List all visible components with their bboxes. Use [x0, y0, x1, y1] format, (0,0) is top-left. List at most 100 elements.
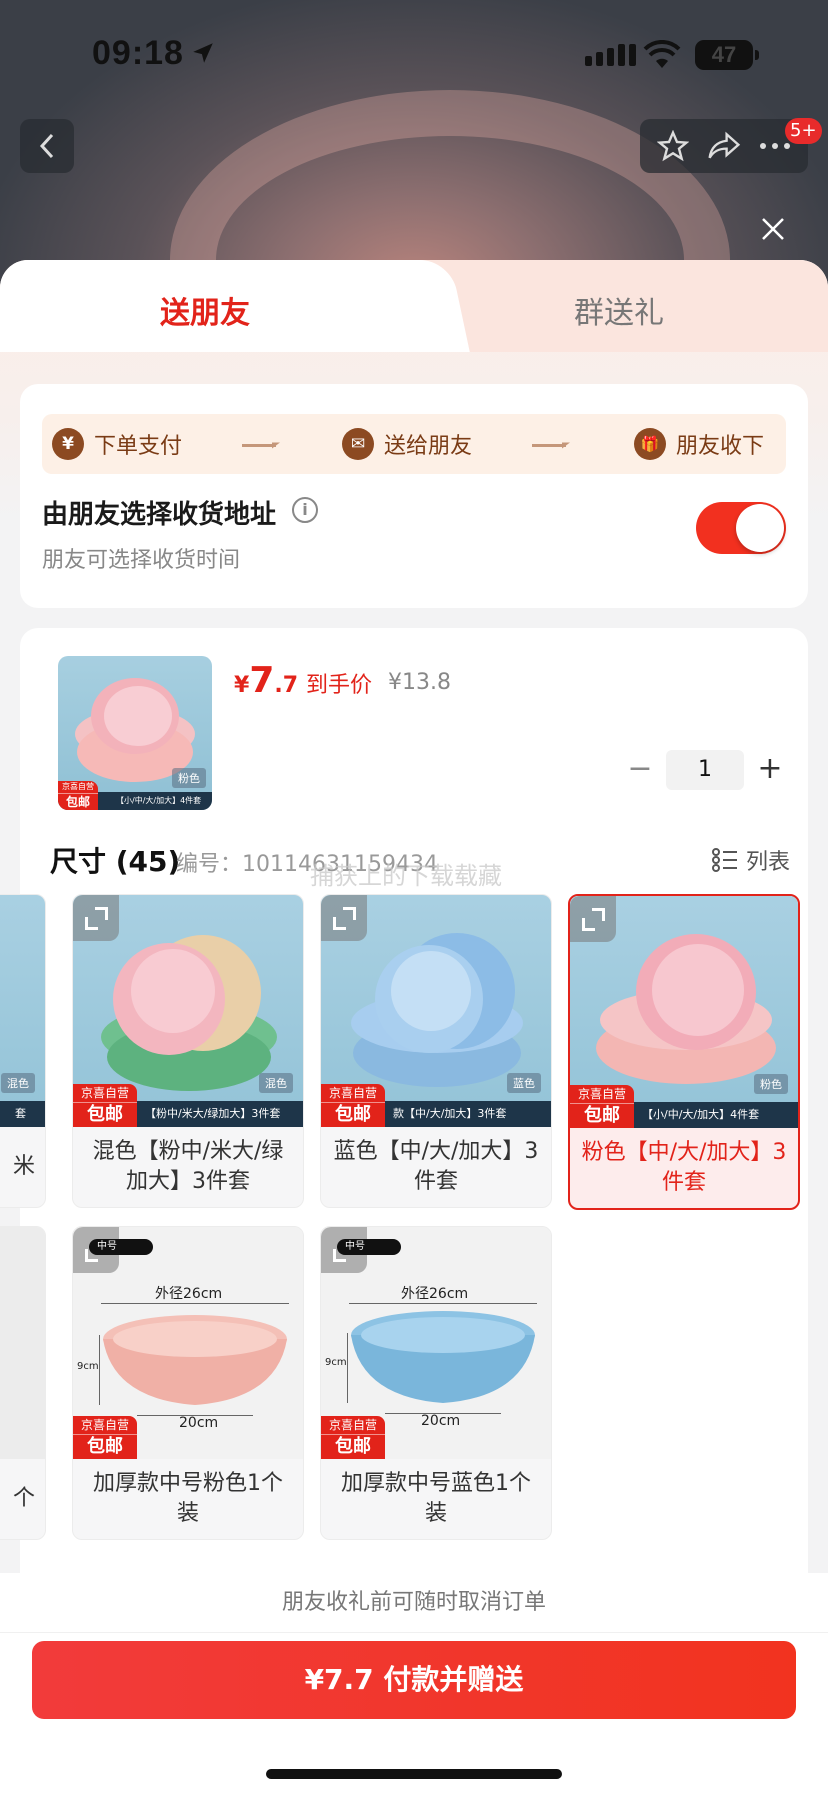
option-caption: 个: [12, 1486, 35, 1511]
chevron-left-icon: [39, 133, 54, 159]
spec-option[interactable]: 个: [0, 1226, 46, 1540]
jd-badge-line2: 包邮: [87, 1104, 123, 1125]
expand-icon[interactable]: [321, 895, 367, 941]
flow-step-send: ✉ 送给朋友: [342, 428, 472, 460]
share-icon[interactable]: [707, 131, 741, 161]
cellular-signal-icon: [585, 44, 636, 66]
arrow-right-icon: [532, 441, 570, 447]
jd-badge-line1: 京喜自营: [321, 1084, 385, 1103]
close-icon[interactable]: [758, 214, 788, 244]
color-chip: 粉色: [172, 768, 206, 788]
jd-badge: 京喜自营 包邮: [321, 1416, 385, 1459]
jd-badge-line2: 包邮: [87, 1436, 123, 1457]
color-chip: 粉色: [754, 1074, 788, 1094]
spec-option-selected[interactable]: 粉色 【小/中/大/加大】4件套 京喜自营 包邮 粉色【中/大/加大】3件套: [568, 894, 800, 1210]
option-image: 外径26cm 9cm 20cm 中号 京喜自营 包邮: [73, 1227, 303, 1459]
gift-sheet: 送朋友 群送礼 ¥ 下单支付 ✉ 送给朋友 🎁 朋友收下 由朋友选择收货地址 i…: [0, 260, 828, 1795]
jd-badge-line2: 包邮: [335, 1104, 371, 1125]
color-chip: 混色: [1, 1073, 35, 1093]
jd-badge-line2: 包邮: [584, 1105, 620, 1126]
wifi-icon: [643, 40, 681, 68]
star-icon[interactable]: [657, 130, 689, 162]
jd-badge-line2: 包邮: [335, 1436, 371, 1457]
price-integer: 7: [249, 660, 275, 701]
dimension-label: 外径26cm: [401, 1286, 469, 1302]
option-caption: 米: [12, 1154, 35, 1179]
jd-badge-line1: 京喜自营: [58, 781, 98, 794]
dimension-label: 9cm: [325, 1357, 347, 1368]
wechat-icon: ✉: [342, 428, 374, 460]
option-caption: 加厚款中号蓝色1个装: [341, 1471, 531, 1526]
tab-bar: 送朋友 群送礼: [0, 260, 828, 352]
price-symbol: ¥: [234, 673, 250, 698]
footer: 朋友收礼前可随时取消订单 ¥7.7 付款并赠送: [0, 1573, 828, 1795]
back-button[interactable]: [20, 119, 74, 173]
status-time: 09:18: [92, 34, 184, 72]
option-image: 蓝色 款【中/大/加大】3件套 京喜自营 包邮: [321, 895, 551, 1127]
info-icon[interactable]: i: [292, 497, 318, 523]
dimension-label: 外径26cm: [155, 1286, 223, 1302]
spec-option[interactable]: 外径26cm 9cm 20cm 中号 京喜自营 包邮 加厚款中号粉色1个装: [72, 1226, 304, 1540]
jd-badge-line1: 京喜自营: [321, 1416, 385, 1435]
home-indicator[interactable]: [266, 1769, 562, 1779]
list-view-label: 列表: [745, 850, 790, 875]
jd-badge: 京喜自营 包邮: [321, 1084, 385, 1127]
more-icon[interactable]: [759, 141, 791, 151]
dimension-line: [347, 1333, 348, 1403]
quantity-value[interactable]: 1: [666, 750, 744, 790]
message-badge: 5+: [785, 118, 822, 144]
nav-actions: [640, 119, 808, 173]
option-caption: 加厚款中号粉色1个装: [93, 1471, 283, 1526]
flow-step-receive: 🎁 朋友收下: [634, 428, 764, 460]
spec-header: 尺寸 (45) 编号：10114631159434 捕获上的下载载藏 列表: [50, 840, 790, 890]
option-image: 外径26cm 9cm 20cm 中号 京喜自营 包邮: [321, 1227, 551, 1459]
flow-step-label: 朋友收下: [676, 434, 765, 459]
jd-badge-line1: 京喜自营: [73, 1084, 137, 1103]
dimension-line: [99, 1335, 100, 1405]
color-chip: 蓝色: [507, 1073, 541, 1093]
price-decimal: .7: [274, 673, 299, 698]
increase-quantity-button[interactable]: +: [750, 750, 790, 790]
option-caption: 粉色【中/大/加大】3件套: [581, 1140, 787, 1195]
jd-badge: 京喜自营 包邮: [570, 1085, 634, 1128]
product-thumbnail[interactable]: 粉色 【小/中/大/加大】4件套 京喜自营 包邮: [58, 656, 212, 810]
option-image: 混色 【粉中/米大/绿加大】3件套 京喜自营 包邮: [73, 895, 303, 1127]
list-icon: [711, 848, 737, 872]
friend-address-toggle[interactable]: [696, 502, 786, 554]
yen-icon: ¥: [52, 428, 84, 460]
option-image: 混色 套: [0, 895, 45, 1127]
option-image: 粉色 【小/中/大/加大】4件套 京喜自营 包邮: [570, 896, 798, 1128]
location-arrow-icon: [193, 43, 213, 63]
flow-step-label: 下单支付: [94, 434, 183, 459]
tab-group-gift-label[interactable]: 群送礼: [574, 288, 664, 332]
flow-step-label: 送给朋友: [384, 434, 473, 459]
address-option-subtitle: 朋友可选择收货时间: [42, 548, 241, 573]
gift-flow-card: ¥ 下单支付 ✉ 送给朋友 🎁 朋友收下 由朋友选择收货地址 i 朋友可选择收货…: [20, 384, 808, 608]
watermark: 捕获上的下载载藏: [310, 862, 502, 890]
jd-badge: 京喜自营 包邮: [73, 1416, 137, 1459]
dimension-label: 20cm: [421, 1413, 461, 1429]
decrease-quantity-button[interactable]: −: [620, 750, 660, 790]
product-card: 粉色 【小/中/大/加大】4件套 京喜自营 包邮 ¥ 7 .7 到手价 ¥13.…: [0, 628, 808, 1648]
spec-option[interactable]: 混色 套 米: [0, 894, 46, 1208]
spec-option[interactable]: 外径26cm 9cm 20cm 中号 京喜自营 包邮 加厚款中号蓝色1个装: [320, 1226, 552, 1540]
expand-icon[interactable]: [73, 895, 119, 941]
tab-send-friend-label[interactable]: 送朋友: [160, 288, 250, 332]
size-tag: 中号: [337, 1239, 401, 1255]
dimension-line: [349, 1303, 537, 1304]
jd-badge: 京喜自营 包邮: [58, 781, 98, 810]
option-strip: 套: [0, 1101, 45, 1127]
jd-badge-line1: 京喜自营: [73, 1416, 137, 1435]
spec-title: 尺寸 (45): [50, 845, 181, 878]
spec-option[interactable]: 蓝色 款【中/大/加大】3件套 京喜自营 包邮 蓝色【中/大/加大】3件套: [320, 894, 552, 1208]
spec-option[interactable]: 混色 【粉中/米大/绿加大】3件套 京喜自营 包邮 混色【粉中/米大/绿加大】3…: [72, 894, 304, 1208]
expand-icon[interactable]: [570, 896, 616, 942]
list-view-button[interactable]: 列表: [711, 844, 790, 876]
pay-and-gift-button[interactable]: ¥7.7 付款并赠送: [32, 1641, 796, 1719]
battery-indicator: 47: [695, 40, 759, 70]
current-price: ¥ 7 .7 到手价: [234, 660, 372, 701]
dimension-line: [101, 1303, 289, 1304]
option-image: [0, 1227, 45, 1459]
jd-badge: 京喜自营 包邮: [73, 1084, 137, 1127]
original-price: ¥13.8: [388, 670, 451, 695]
